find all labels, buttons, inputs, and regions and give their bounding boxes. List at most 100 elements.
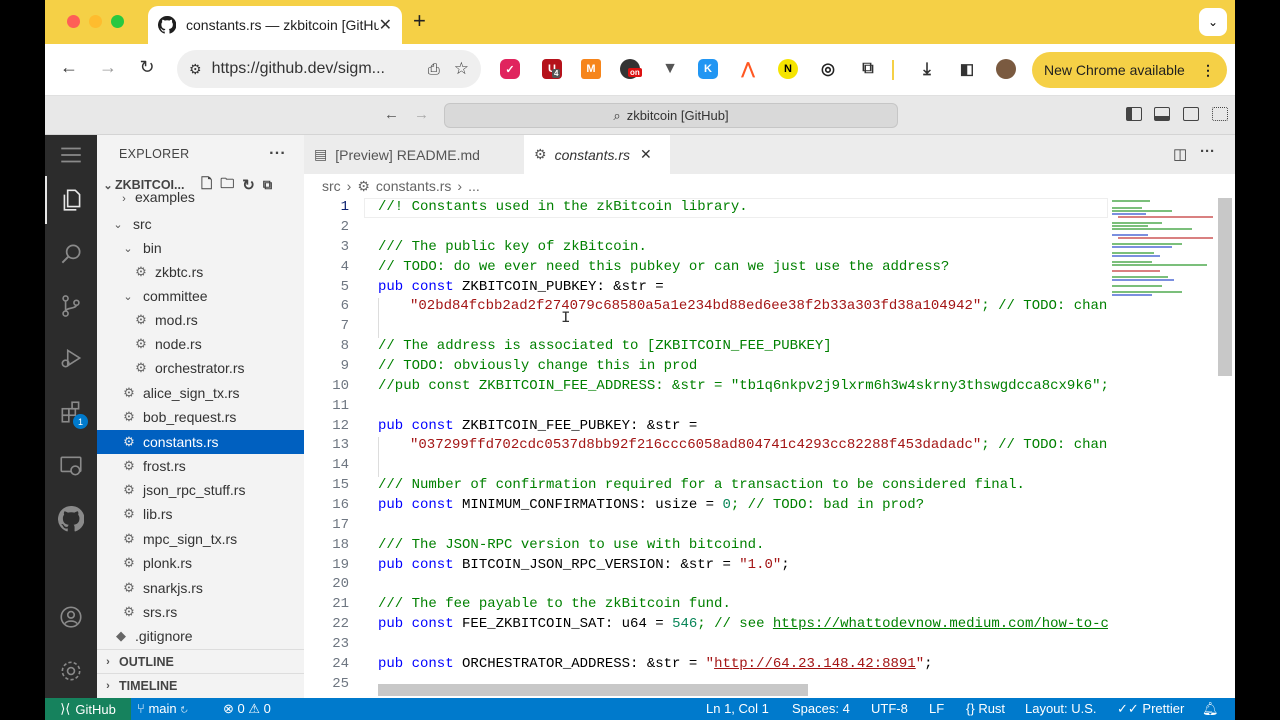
browser-tab-active[interactable]: constants.rs — zkbitcoin [GitHub] ✕ [148, 6, 402, 44]
timeline-section[interactable]: › TIMELINE [97, 673, 304, 697]
n-extension-icon[interactable]: N [778, 59, 798, 79]
tab-search-button[interactable]: ⌄ [1199, 8, 1227, 36]
split-editor-icon[interactable]: ◫ [1173, 145, 1187, 163]
k-extension-icon[interactable]: K [698, 59, 718, 79]
minimize-window-button[interactable] [89, 15, 102, 28]
menu-icon[interactable] [45, 135, 97, 175]
vertical-scrollbar[interactable] [1218, 198, 1232, 376]
remote-indicator[interactable]: ⟩⟨ GitHub [45, 698, 131, 720]
tree-item-json-rpc-stuff[interactable]: ⚙ json_rpc_stuff.rs [97, 478, 304, 502]
extensions-badge: 1 [73, 414, 88, 429]
code-text: MINIMUM_CONFIRMATIONS: usize = [453, 497, 723, 513]
toggle-panel-icon[interactable] [1154, 107, 1170, 121]
tree-item-constants[interactable]: ⚙ constants.rs [97, 430, 304, 454]
cursor-position[interactable]: Ln 1, Col 1 [706, 701, 769, 716]
tree-item-src[interactable]: ⌄ src [97, 212, 304, 236]
tree-item-committee[interactable]: ⌄ committee [97, 284, 304, 308]
url-link[interactable]: http://64.23.148.42:8891 [714, 656, 916, 672]
side-panel-icon[interactable]: ◧ [957, 59, 977, 79]
tree-item-bob-request[interactable]: ⚙ bob_request.rs [97, 405, 304, 429]
end-of-line[interactable]: LF [929, 701, 944, 716]
customize-layout-icon[interactable] [1212, 107, 1228, 121]
extensions-puzzle-icon[interactable]: ⧉ [858, 59, 878, 79]
horizontal-scrollbar[interactable] [378, 684, 808, 696]
editor-more-icon[interactable]: ··· [1200, 143, 1215, 160]
new-tab-button[interactable]: + [413, 8, 426, 34]
profile-avatar[interactable] [996, 59, 1016, 79]
tree-item-snarkjs[interactable]: ⚙ snarkjs.rs [97, 576, 304, 600]
breadcrumb-file[interactable]: constants.rs [376, 178, 451, 194]
bookmark-star-icon[interactable]: ☆ [454, 59, 469, 79]
tree-item-plonk[interactable]: ⚙ plonk.rs [97, 551, 304, 575]
tree-item-zkbtc[interactable]: ⚙ zkbtc.rs [97, 260, 304, 284]
vivaldi-icon[interactable]: ▼ [660, 59, 680, 79]
manage-gear-icon[interactable] [45, 647, 97, 695]
outline-section[interactable]: › OUTLINE [97, 649, 304, 673]
tree-item-gitignore[interactable]: ◆ .gitignore [97, 624, 304, 648]
minimap[interactable] [1108, 198, 1235, 698]
encoding[interactable]: UTF-8 [871, 701, 908, 716]
tab-constants-rs[interactable]: ⚙ constants.rs ✕ [524, 135, 670, 174]
toggle-primary-sidebar-icon[interactable] [1126, 107, 1142, 121]
go-back-button[interactable]: ← [384, 106, 399, 123]
tree-item-srs[interactable]: ⚙ srs.rs [97, 600, 304, 624]
install-app-icon[interactable]: ⎙ [428, 61, 440, 78]
line-number: 18 [332, 537, 349, 553]
github-view-icon[interactable] [45, 495, 97, 543]
tree-item-node[interactable]: ⚙ node.rs [97, 332, 304, 356]
source-control-icon[interactable] [45, 282, 97, 330]
indentation[interactable]: Spaces: 4 [792, 701, 850, 716]
chevron-down-icon: ⌄ [103, 179, 113, 192]
extensions-icon[interactable]: 1 [45, 388, 97, 436]
new-chrome-button[interactable]: New Chrome available ⋮ [1032, 52, 1227, 88]
tab-readme-preview[interactable]: ▤ [Preview] README.md [304, 135, 520, 174]
command-center[interactable]: ⌕ zkbitcoin [GitHub] [444, 103, 898, 128]
prettier-indicator[interactable]: ✓✓ Prettier [1117, 701, 1184, 717]
ublock-icon[interactable]: U4 [542, 59, 562, 79]
spy-extension-icon[interactable]: ◎ [818, 59, 838, 79]
branch-indicator[interactable]: ⑂ main ↻ [137, 701, 188, 716]
vscode-title-bar: ← → ⌕ zkbitcoin [GitHub] [45, 96, 1235, 135]
metamask-icon[interactable]: M [581, 59, 601, 79]
code-editor[interactable]: 1 2 3 4 5 6 7 8 9 10 11 12 13 14 15 16 1… [304, 198, 1108, 698]
site-info-icon[interactable]: ⚙ [189, 61, 202, 78]
address-bar[interactable]: ⚙ https://github.dev/sigm... ⎙ ☆ [177, 50, 481, 88]
a-extension-icon[interactable]: ⋀ [738, 59, 758, 79]
notifications-bell-icon[interactable]: 🔔︎ [1202, 701, 1219, 717]
extension-icon[interactable]: on [620, 59, 642, 79]
tree-item-frost[interactable]: ⚙ frost.rs [97, 454, 304, 478]
search-view-icon[interactable] [45, 230, 97, 278]
close-tab-icon[interactable]: ✕ [379, 15, 392, 35]
explorer-icon[interactable] [45, 176, 97, 224]
pocket-icon[interactable]: ✓ [500, 59, 520, 79]
accounts-icon[interactable] [45, 593, 97, 641]
go-forward-button[interactable]: → [414, 106, 429, 123]
close-window-button[interactable] [67, 15, 80, 28]
forward-button[interactable]: → [95, 57, 121, 78]
breadcrumb: src › ⚙ constants.rs › ... [304, 174, 1235, 198]
tree-item-orchestrator[interactable]: ⚙ orchestrator.rs [97, 356, 304, 380]
indent-guide [378, 298, 379, 338]
back-button[interactable]: ← [56, 57, 82, 78]
breadcrumb-symbol[interactable]: ... [468, 178, 480, 194]
zoom-window-button[interactable] [111, 15, 124, 28]
run-debug-icon[interactable] [45, 334, 97, 382]
breadcrumb-src[interactable]: src [322, 178, 341, 194]
tree-item-examples[interactable]: › examples [97, 191, 304, 205]
download-icon[interactable]: ⤓ [917, 59, 937, 79]
tree-item-bin[interactable]: ⌄ bin [97, 236, 304, 260]
remote-explorer-icon[interactable] [45, 442, 97, 490]
toggle-secondary-sidebar-icon[interactable] [1183, 107, 1199, 121]
problems-indicator[interactable]: ⊗ 0 ⚠ 0 [223, 701, 271, 717]
language-mode[interactable]: {} Rust [966, 701, 1005, 716]
tree-item-lib[interactable]: ⚙ lib.rs [97, 502, 304, 526]
command-center-label: zkbitcoin [GitHub] [626, 108, 729, 123]
close-tab-icon[interactable]: ✕ [640, 146, 652, 163]
tree-item-alice-sign-tx[interactable]: ⚙ alice_sign_tx.rs [97, 381, 304, 405]
tree-item-mod[interactable]: ⚙ mod.rs [97, 308, 304, 332]
reload-button[interactable]: ↻ [134, 57, 160, 78]
tree-item-mpc-sign-tx[interactable]: ⚙ mpc_sign_tx.rs [97, 527, 304, 551]
keyboard-layout[interactable]: Layout: U.S. [1025, 701, 1097, 716]
explorer-more-icon[interactable]: ··· [269, 145, 286, 163]
comment-link[interactable]: https://whattodevnow.medium.com/how-to-c… [773, 616, 1108, 632]
